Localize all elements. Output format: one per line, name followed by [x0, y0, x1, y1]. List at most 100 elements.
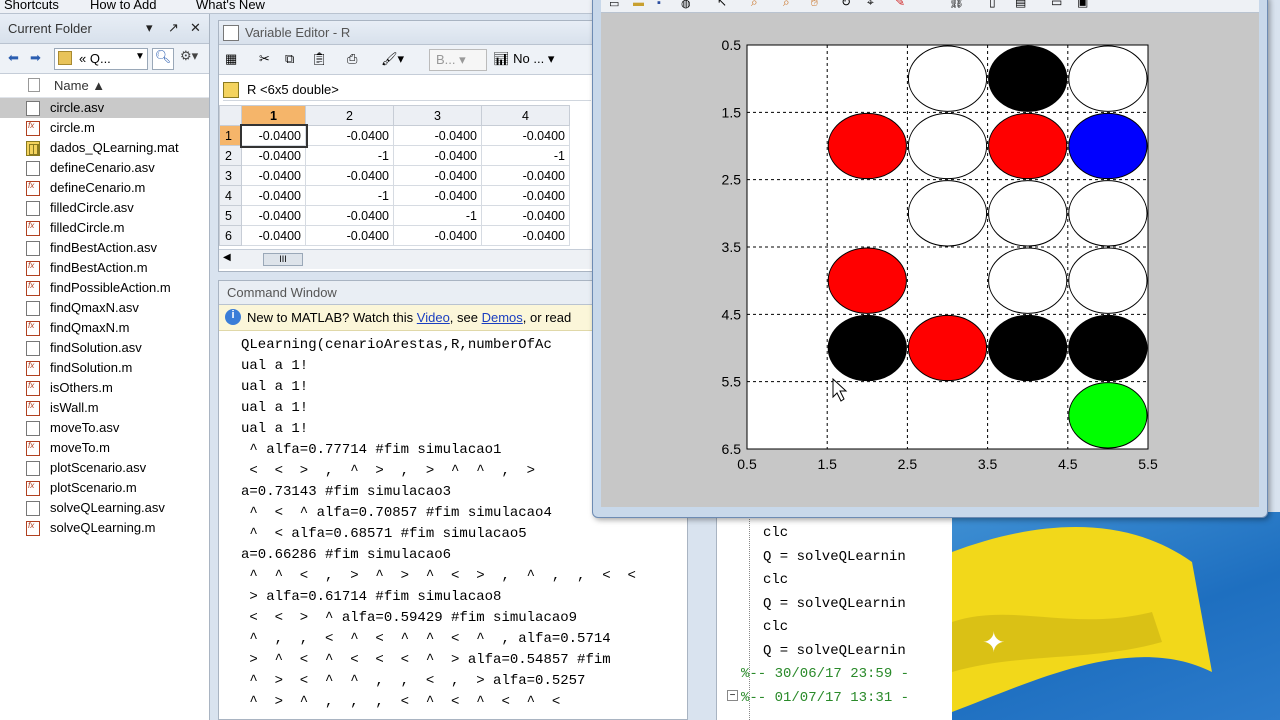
name-column-header[interactable]: Name ▲: [0, 74, 209, 98]
grid-cell[interactable]: -0.0400: [241, 145, 306, 166]
grid-cell[interactable]: -0.0400: [393, 145, 482, 166]
file-row[interactable]: findBestAction.asv: [0, 238, 209, 258]
row-header[interactable]: 3: [219, 165, 242, 186]
search-icon[interactable]: 🔍︎: [152, 48, 174, 70]
show-plot-tools-icon[interactable]: ▣: [1077, 0, 1088, 9]
grid-cell[interactable]: -0.0400: [239, 123, 308, 148]
file-row[interactable]: findQmaxN.asv: [0, 298, 209, 318]
grid-cell[interactable]: -0.0400: [481, 205, 570, 226]
new-variable-icon[interactable]: ▦: [225, 51, 237, 67]
file-row[interactable]: findSolution.asv: [0, 338, 209, 358]
file-row[interactable]: dados_QLearning.mat: [0, 138, 209, 158]
base-select[interactable]: B... ▾: [429, 49, 487, 71]
grid-cell[interactable]: -1: [481, 145, 570, 166]
history-item[interactable]: clc: [763, 619, 788, 635]
save-icon[interactable]: ▪: [657, 0, 661, 9]
row-header[interactable]: 5: [219, 205, 242, 226]
row-header[interactable]: 2: [219, 145, 242, 166]
print-figure-icon[interactable]: ◍: [681, 0, 691, 10]
print-icon[interactable]: ⎙: [347, 51, 357, 67]
file-row[interactable]: filledCircle.m: [0, 218, 209, 238]
history-item[interactable]: clc: [763, 572, 788, 588]
demos-link[interactable]: Demos: [482, 310, 523, 325]
file-row[interactable]: defineCenario.asv: [0, 158, 209, 178]
file-row[interactable]: plotScenario.asv: [0, 458, 209, 478]
file-row[interactable]: findSolution.m: [0, 358, 209, 378]
scroll-thumb[interactable]: III: [263, 253, 303, 266]
forward-icon[interactable]: ➡: [30, 50, 41, 66]
file-row[interactable]: isWall.m: [0, 398, 209, 418]
pointer-icon[interactable]: ↖: [717, 0, 727, 9]
grid-cell[interactable]: -0.0400: [241, 165, 306, 186]
video-link[interactable]: Video: [417, 310, 450, 325]
file-row[interactable]: findQmaxN.m: [0, 318, 209, 338]
history-item[interactable]: Q = solveQLearnin: [763, 596, 906, 612]
pan-icon[interactable]: ✋︎: [811, 0, 818, 10]
history-session-marker[interactable]: %-- 01/07/17 13:31 -: [741, 690, 909, 706]
gear-icon[interactable]: ⚙▾: [180, 48, 198, 64]
rotate-icon[interactable]: ↻: [841, 0, 851, 9]
grid-cell[interactable]: -0.0400: [393, 125, 482, 146]
file-row[interactable]: solveQLearning.asv: [0, 498, 209, 518]
grid-cell[interactable]: -0.0400: [305, 205, 394, 226]
new-figure-icon[interactable]: ▭: [609, 0, 619, 10]
file-row[interactable]: circle.m: [0, 118, 209, 138]
file-row[interactable]: findPossibleAction.m: [0, 278, 209, 298]
folder-path-field[interactable]: « Q... ▼: [54, 48, 148, 70]
file-row[interactable]: defineCenario.m: [0, 178, 209, 198]
brush-icon[interactable]: ✎: [895, 0, 905, 9]
grid-cell[interactable]: -1: [305, 145, 394, 166]
panel-undock-icon[interactable]: ↗: [168, 20, 179, 36]
grid-cell[interactable]: -0.0400: [241, 225, 306, 246]
history-item[interactable]: Q = solveQLearnin: [763, 643, 906, 659]
history-item[interactable]: clc: [763, 525, 788, 541]
panel-dropdown-icon[interactable]: ▾: [146, 20, 153, 36]
grid-cell[interactable]: -0.0400: [393, 165, 482, 186]
column-header[interactable]: 2: [305, 105, 394, 126]
back-icon[interactable]: ⬅: [8, 50, 19, 66]
cut-icon[interactable]: ✂: [259, 51, 270, 67]
file-row[interactable]: moveTo.asv: [0, 418, 209, 438]
grid-cell[interactable]: -1: [393, 205, 482, 226]
copy-icon[interactable]: ⧉: [285, 51, 294, 67]
grid-cell[interactable]: -0.0400: [305, 165, 394, 186]
row-header[interactable]: 4: [219, 185, 242, 206]
column-header[interactable]: 4: [481, 105, 570, 126]
column-header[interactable]: 1: [241, 105, 306, 126]
column-header[interactable]: 3: [393, 105, 482, 126]
grid-cell[interactable]: -0.0400: [481, 225, 570, 246]
legend-icon[interactable]: ▤: [1015, 0, 1026, 9]
file-row[interactable]: circle.asv: [0, 98, 209, 118]
hide-plot-tools-icon[interactable]: ▭: [1051, 0, 1062, 9]
grid-cell[interactable]: -1: [305, 185, 394, 206]
shortcuts-item[interactable]: Shortcuts: [4, 0, 59, 12]
grid-cell[interactable]: -0.0400: [241, 205, 306, 226]
grid-cell[interactable]: -0.0400: [481, 165, 570, 186]
paste-icon[interactable]: 📋︎: [311, 51, 328, 67]
scroll-left-icon[interactable]: ◀: [223, 252, 231, 263]
file-row[interactable]: plotScenario.m: [0, 478, 209, 498]
no-valid-plots-select[interactable]: 📊︎ No ... ▾: [493, 51, 554, 67]
history-session-marker[interactable]: %-- 30/06/17 23:59 -: [741, 666, 909, 682]
grid-cell[interactable]: -0.0400: [241, 185, 306, 206]
grid-cell[interactable]: -0.0400: [481, 125, 570, 146]
expand-icon[interactable]: −: [727, 690, 738, 701]
panel-close-icon[interactable]: ✕: [190, 20, 201, 36]
grid-cell[interactable]: -0.0400: [393, 185, 482, 206]
grid-cell[interactable]: -0.0400: [481, 185, 570, 206]
file-row[interactable]: solveQLearning.m: [0, 518, 209, 538]
chevron-down-icon[interactable]: ▼: [135, 51, 145, 62]
row-header[interactable]: 1: [219, 125, 242, 146]
zoom-out-icon[interactable]: ⌕: [783, 0, 790, 10]
open-icon[interactable]: ▬: [633, 0, 644, 9]
file-row[interactable]: filledCircle.asv: [0, 198, 209, 218]
plot-brush-icon[interactable]: 🖌︎▾: [381, 51, 404, 67]
file-row[interactable]: moveTo.m: [0, 438, 209, 458]
horizontal-scrollbar[interactable]: ◀ III: [219, 249, 593, 269]
file-row[interactable]: findBestAction.m: [0, 258, 209, 278]
grid-cell[interactable]: -0.0400: [393, 225, 482, 246]
link-icon[interactable]: ⛓: [949, 0, 964, 9]
zoom-in-icon[interactable]: ⌕: [751, 0, 758, 10]
file-row[interactable]: isOthers.m: [0, 378, 209, 398]
grid-cell[interactable]: -0.0400: [305, 125, 394, 146]
